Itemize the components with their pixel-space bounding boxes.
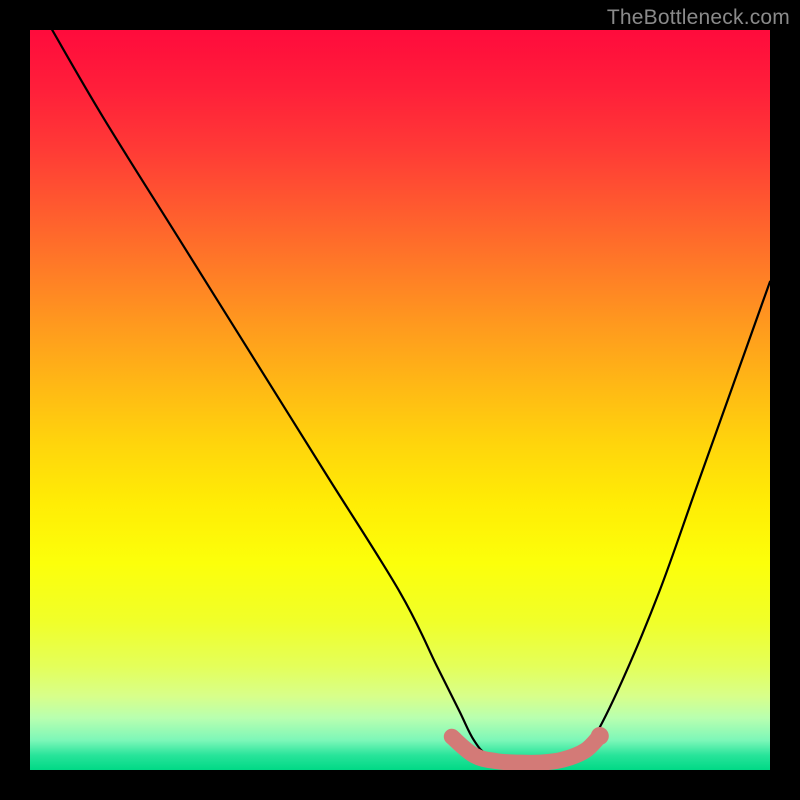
chart-gradient-background <box>30 30 770 770</box>
watermark-text: TheBottleneck.com <box>607 6 790 30</box>
chart-frame: TheBottleneck.com <box>0 0 800 800</box>
